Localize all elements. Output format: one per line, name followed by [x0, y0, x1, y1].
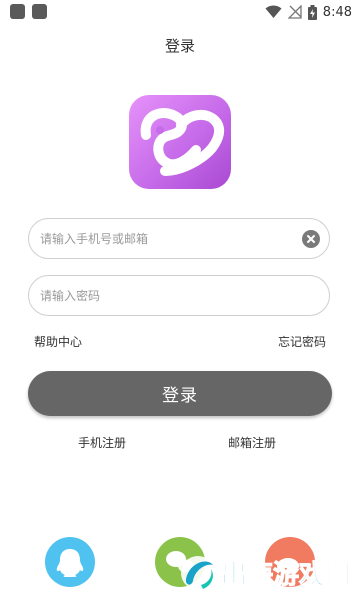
- notification-square-icon: [32, 4, 47, 19]
- watermark-icon: 出海游戏园: [181, 556, 352, 591]
- links-row: 帮助中心 忘记密码: [0, 333, 360, 349]
- phone-register-link[interactable]: 手机注册: [78, 434, 126, 451]
- account-field: [28, 218, 330, 259]
- wifi-icon: [265, 5, 282, 18]
- signal-off-icon: [287, 5, 302, 19]
- password-field: [28, 275, 330, 316]
- clear-icon[interactable]: [302, 230, 320, 248]
- status-time: 8:48: [322, 4, 352, 20]
- status-bar: 8:48: [0, 0, 360, 24]
- status-icons: 8:48: [265, 3, 352, 21]
- email-register-link[interactable]: 邮箱注册: [228, 434, 276, 451]
- password-input[interactable]: [40, 276, 290, 315]
- qq-icon: [56, 549, 84, 577]
- notification-square-icon: [10, 4, 25, 19]
- account-input[interactable]: [40, 219, 290, 258]
- qq-login-button[interactable]: [45, 537, 95, 587]
- app-logo-icon: [129, 95, 231, 189]
- login-button[interactable]: 登录: [28, 371, 332, 416]
- help-center-link[interactable]: 帮助中心: [34, 333, 82, 350]
- page-title: 登录: [164, 37, 195, 55]
- watermark-logo: 出海游戏园: [177, 549, 357, 597]
- forgot-password-link[interactable]: 忘记密码: [278, 333, 326, 350]
- battery-charging-icon: [307, 4, 317, 20]
- watermark-text: 出海游戏园: [221, 560, 351, 590]
